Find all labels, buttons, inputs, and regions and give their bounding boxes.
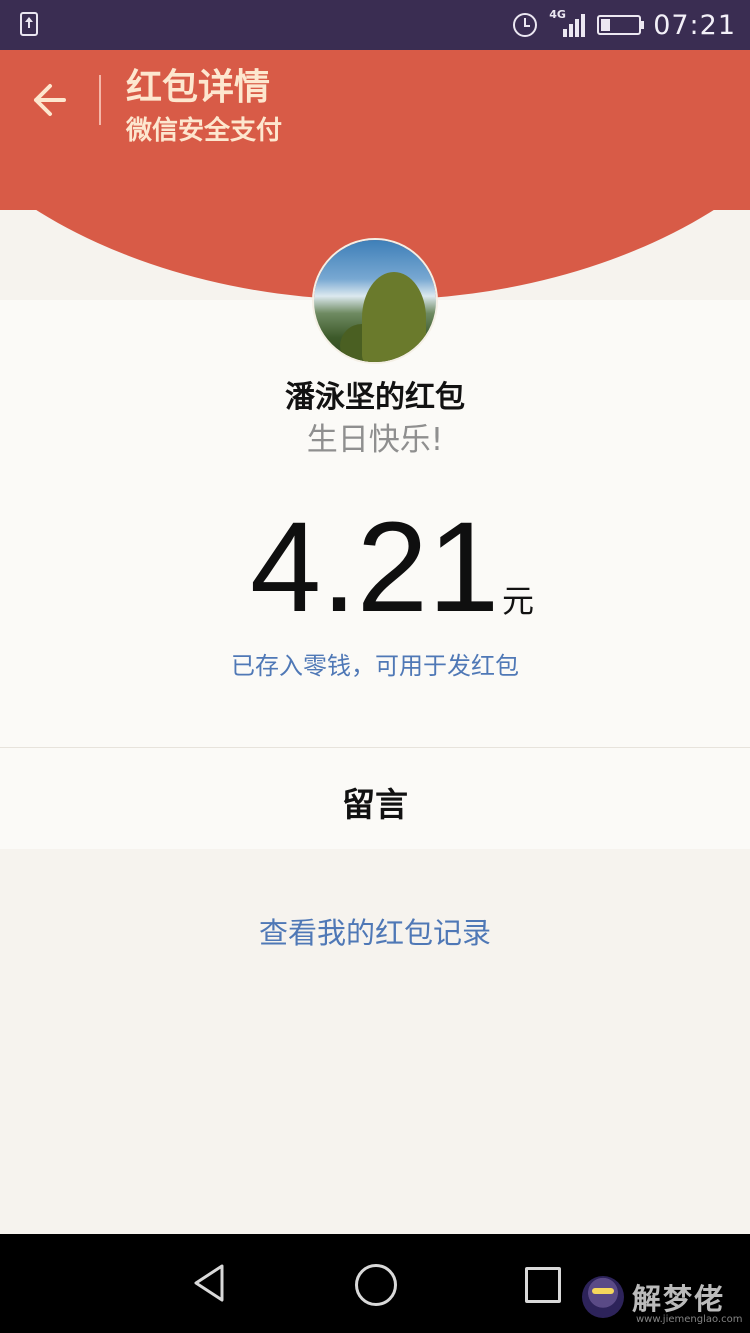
battery-icon [597,15,645,35]
watermark-text: 解梦佬 [632,1282,726,1316]
nav-recent-icon[interactable] [525,1267,561,1303]
amount-value: 4.21 [250,496,500,639]
battery-level [601,19,611,31]
alarm-icon [513,13,538,37]
amount-note-link[interactable]: 已存入零钱，可用于发红包 [0,646,750,681]
upload-icon [20,12,38,36]
status-bar: 4G 07:21 [0,0,750,50]
section-divider [0,747,750,748]
greeting-message: 生日快乐! [306,422,444,458]
signal-icon: 4G [549,8,586,39]
history-link[interactable]: 查看我的红包记录 [0,910,750,952]
amount-section: 4.21 元 [0,498,750,638]
page-title: 红包详情 [126,67,271,108]
navigation-bar: 解梦佬 www.jiemenglao.com [0,1234,750,1333]
nav-back-icon[interactable] [190,1262,228,1304]
back-arrow-icon[interactable] [28,80,68,120]
page-subtitle: 微信安全支付 [126,116,283,146]
currency-unit: 元 [502,582,535,620]
header-divider [99,75,101,125]
sender-name: 潘泳坚的红包 [285,380,465,415]
status-time: 07:21 [653,9,736,41]
message-button[interactable]: 留言 [0,778,750,826]
sender-avatar[interactable] [314,240,436,362]
status-right-group: 4G 07:21 [513,8,736,42]
header-background-top [0,50,750,210]
nav-home-icon[interactable] [355,1264,397,1306]
watermark-url: www.jiemenglao.com [636,1314,743,1325]
network-type: 4G [549,8,566,21]
watermark-logo-icon [582,1276,624,1318]
